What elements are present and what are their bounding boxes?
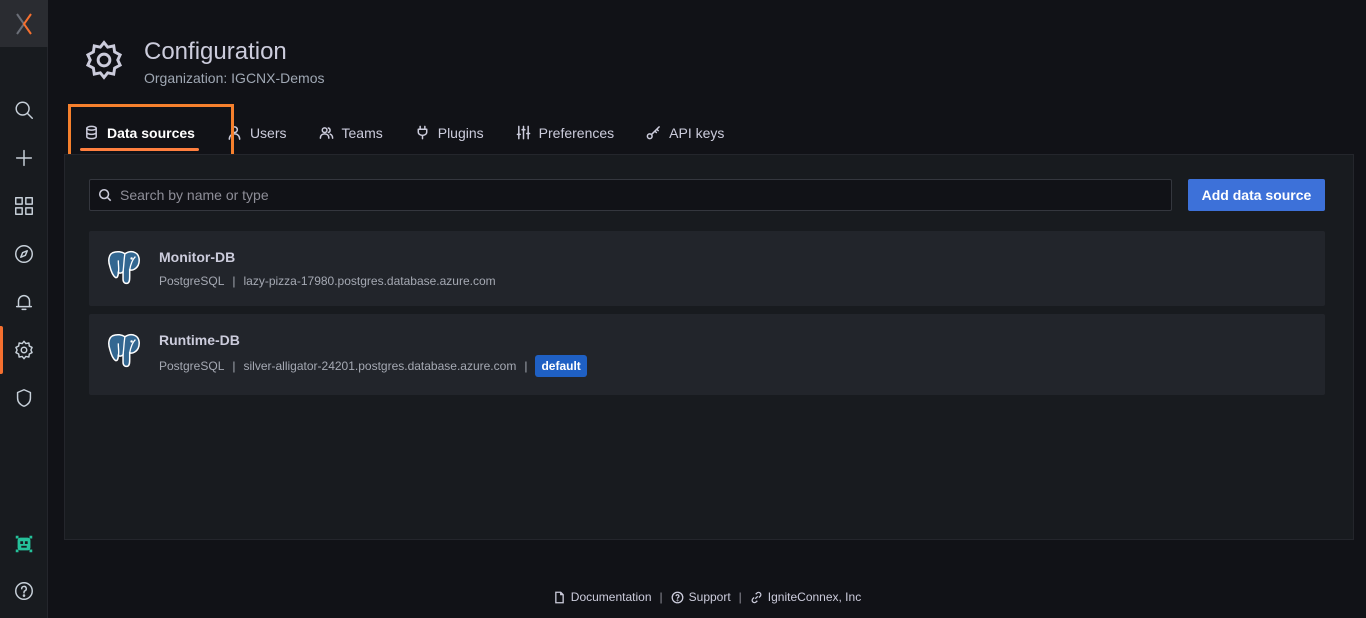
alerting-bell-icon[interactable] [0,282,48,322]
page-subtitle: Organization: IGCNX-Demos [144,70,325,86]
create-plus-icon[interactable] [0,138,48,178]
datasource-type: PostgreSQL [159,274,225,288]
footer: Documentation | Support | IgniteConnex, … [48,590,1366,604]
tab-label: Users [249,124,287,141]
datasource-card-runtime-db[interactable]: Runtime-DB PostgreSQL | silver-alligator… [89,314,1325,395]
sliders-icon [516,125,530,140]
tab-plugins[interactable]: Plugins [399,110,500,155]
tab-preferences[interactable]: Preferences [500,110,630,155]
tab-api-keys[interactable]: API keys [630,110,740,155]
tab-label: Preferences [538,124,615,141]
datasources-panel: Add data source Monitor-DB PostgreSQL | … [64,154,1354,540]
datasource-meta: PostgreSQL | silver-alligator-24201.post… [159,355,587,377]
server-admin-shield-icon[interactable] [0,378,48,418]
config-tabs: Data sources Users Teams Plugins Prefere… [68,110,740,155]
configuration-gear-icon[interactable] [0,330,48,370]
datasource-name: Runtime-DB [159,332,240,348]
default-badge: default [535,355,587,377]
logo-icon [16,12,32,35]
search-nav-icon[interactable] [0,90,48,130]
tab-users[interactable]: Users [211,110,303,155]
footer-documentation-link[interactable]: Documentation [553,590,652,604]
document-icon [554,591,564,603]
footer-support-label: Support [688,590,731,604]
search-input[interactable] [118,186,1118,204]
dashboards-grid-icon[interactable] [0,186,48,226]
footer-documentation-label: Documentation [570,590,652,604]
user-icon [228,126,241,140]
datasource-meta: PostgreSQL | lazy-pizza-17980.postgres.d… [159,274,496,288]
plug-icon [417,125,428,140]
database-icon [86,125,97,140]
postgresql-logo-icon [108,250,140,285]
footer-separator: | [659,590,663,604]
postgresql-logo-icon [108,333,140,368]
tab-data-sources[interactable]: Data sources [68,110,211,155]
footer-company-link[interactable]: IgniteConnex, Inc [750,590,861,604]
tab-label: Plugins [437,124,484,141]
meta-separator: | [232,359,236,373]
tab-label: Teams [341,124,383,141]
search-icon [98,188,112,202]
question-circle-icon [671,591,684,603]
explore-compass-icon[interactable] [0,234,48,274]
tab-teams[interactable]: Teams [303,110,399,155]
help-question-icon[interactable] [0,571,48,611]
datasource-url: silver-alligator-24201.postgres.database… [243,359,517,373]
footer-company-label: IgniteConnex, Inc [767,590,862,604]
meta-separator: | [524,359,528,373]
sidebar [0,0,48,618]
home-logo[interactable] [0,0,48,47]
meta-separator: | [232,274,236,288]
datasource-name: Monitor-DB [159,249,236,265]
footer-support-link[interactable]: Support [671,590,731,604]
tab-label: API keys [669,124,725,141]
datasource-url: lazy-pizza-17980.postgres.database.azure… [243,274,496,288]
add-data-source-button[interactable]: Add data source [1188,179,1325,211]
main-content: Configuration Organization: IGCNX-Demos … [48,0,1366,618]
datasource-type: PostgreSQL [159,359,225,373]
link-icon [751,591,762,603]
key-icon [646,126,661,140]
page-header-gear-icon [82,38,126,82]
user-avatar[interactable] [0,524,48,564]
datasource-card-monitor-db[interactable]: Monitor-DB PostgreSQL | lazy-pizza-17980… [89,231,1325,306]
page-title: Configuration [144,38,287,65]
search-box[interactable] [89,179,1172,211]
users-icon [319,127,333,139]
footer-separator: | [738,590,742,604]
tab-label: Data sources [107,124,195,141]
